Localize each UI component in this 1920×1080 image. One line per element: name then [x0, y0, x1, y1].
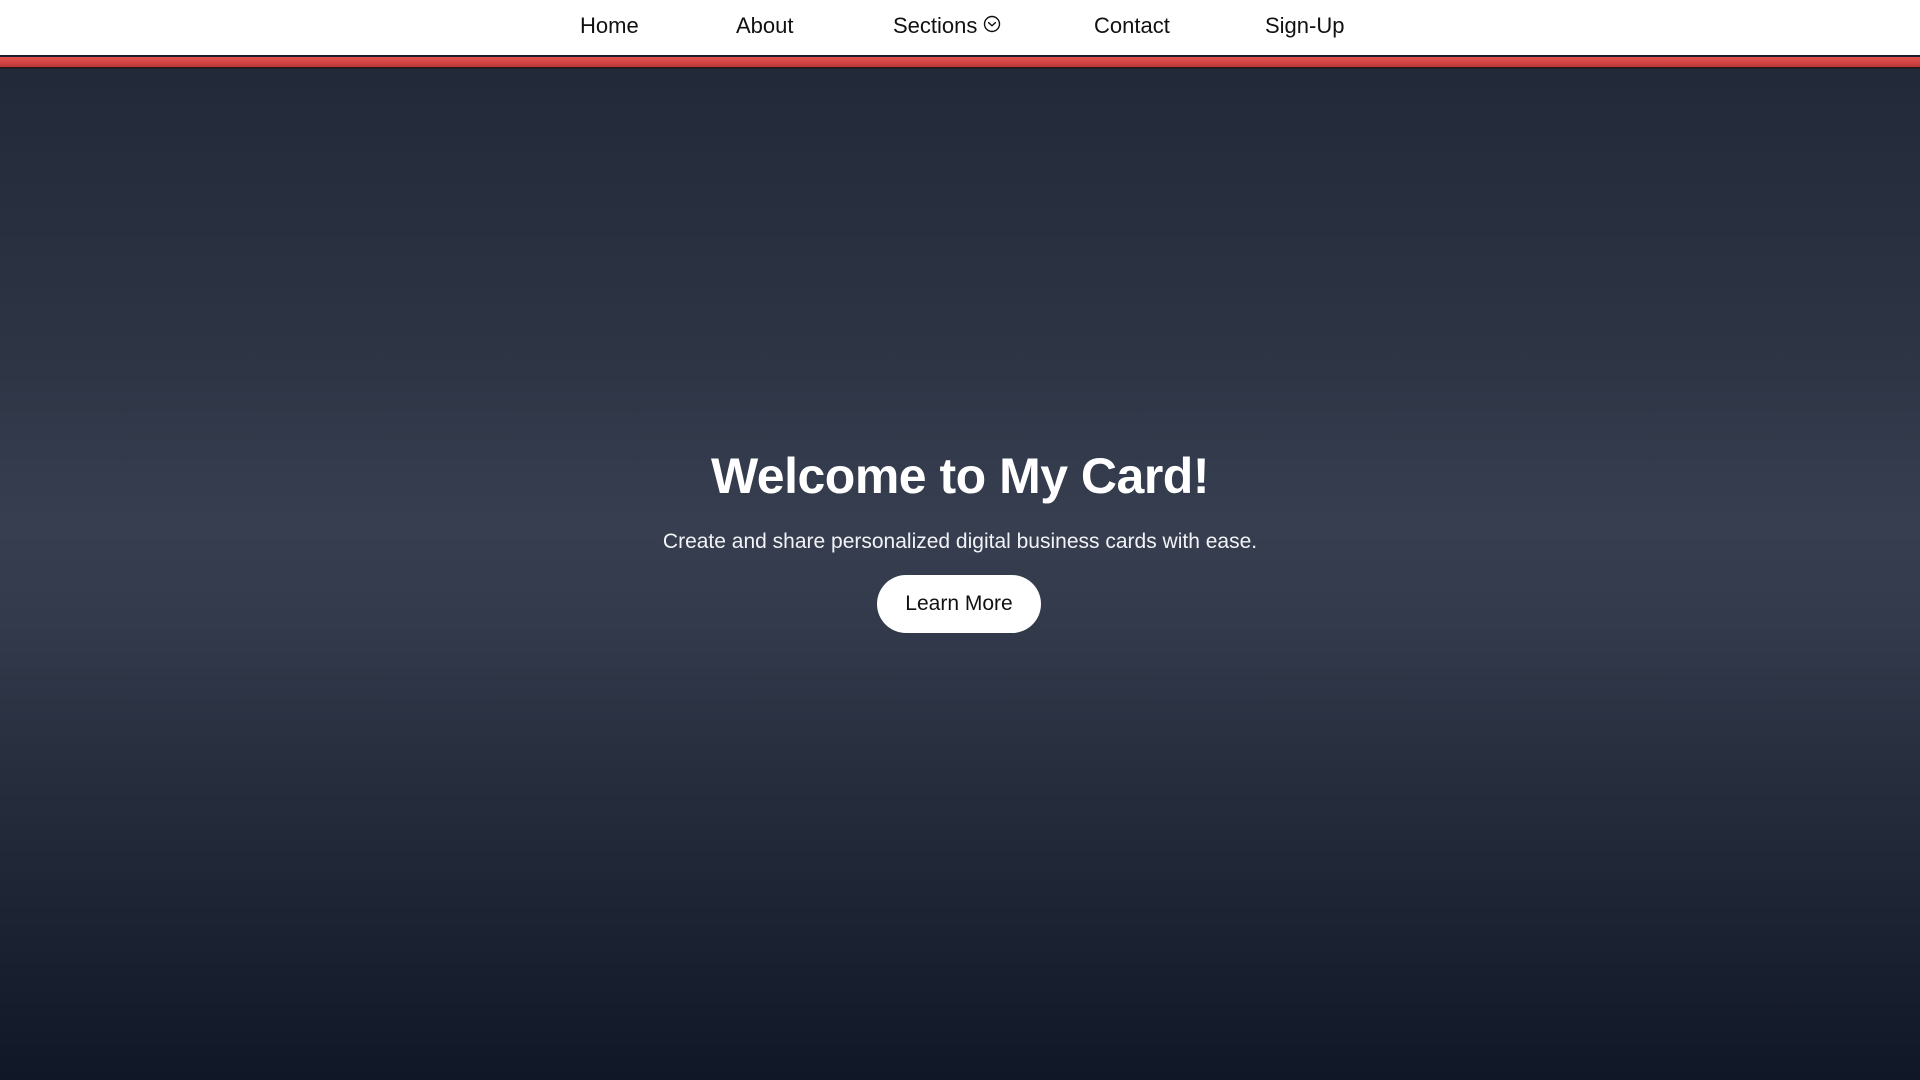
accent-band: [0, 55, 1920, 69]
top-navigation: Home About Sections Contact Sign-Up: [0, 0, 1920, 55]
nav-sections-dropdown[interactable]: Sections: [893, 15, 1001, 37]
hero-content: Welcome to My Card! Create and share per…: [0, 69, 1920, 1080]
nav-signup-link[interactable]: Sign-Up: [1265, 15, 1344, 37]
nav-sections-label: Sections: [893, 13, 978, 38]
chevron-down-circle-icon: [984, 15, 1001, 33]
nav-home-link[interactable]: Home: [580, 15, 639, 37]
hero-subtitle: Create and share personalized digital bu…: [662, 530, 1258, 553]
learn-more-button[interactable]: Learn More: [877, 575, 1041, 633]
hero-title: Welcome to My Card!: [711, 448, 1210, 504]
nav-about-link[interactable]: About: [736, 15, 794, 37]
hero-section: Welcome to My Card! Create and share per…: [0, 69, 1920, 1080]
nav-contact-link[interactable]: Contact: [1094, 15, 1170, 37]
